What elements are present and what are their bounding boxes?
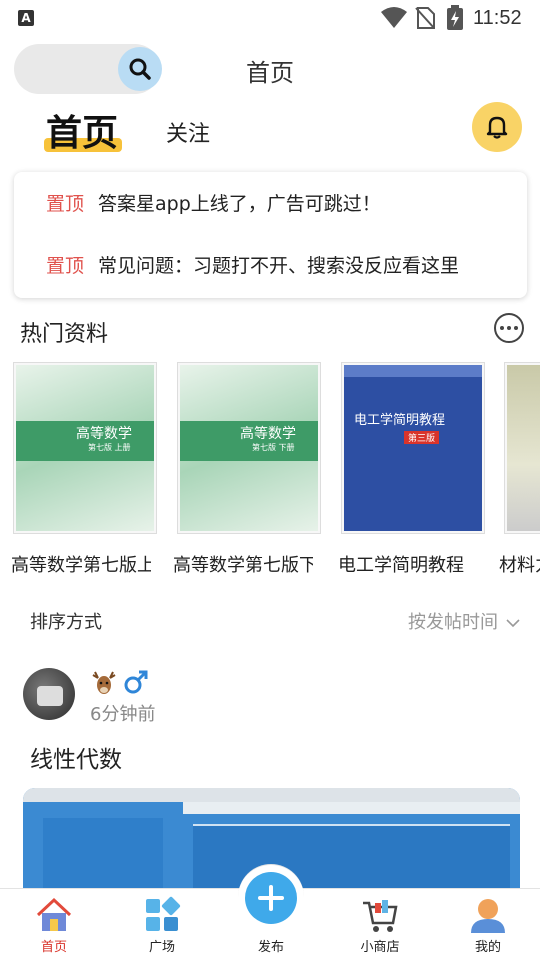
post-time: 6分钟前 — [90, 704, 156, 725]
grid-icon — [146, 896, 181, 931]
book-title[interactable]: 高等数学第七版下册 — [173, 551, 313, 577]
book-title[interactable]: 电工学简明教程 — [338, 551, 476, 577]
notice-item[interactable]: 置顶 常见问题：习题打不开、搜索没反应看这里 — [46, 251, 516, 281]
wifi-icon — [381, 7, 407, 28]
post-title[interactable]: 线性代数 — [30, 740, 122, 774]
user-icon — [471, 899, 505, 933]
book-cover — [507, 365, 540, 531]
hot-materials-title: 热门资料 — [20, 322, 109, 347]
cover-subtitle: 第七版 上册 — [88, 443, 131, 452]
avatar[interactable] — [23, 668, 75, 720]
sort-value: 按发帖时间 — [408, 612, 498, 633]
notice-text: 常见问题：习题打不开、搜索没反应看这里 — [98, 255, 460, 277]
tab-home[interactable]: 首页 — [46, 104, 118, 156]
nav-mine-label: 我的 — [474, 940, 501, 955]
nav-square-label: 广场 — [148, 940, 175, 955]
sort-dropdown[interactable]: 按发帖时间 — [408, 608, 520, 634]
chevron-down-icon — [506, 619, 520, 628]
notice-item[interactable]: 置顶 答案星app上线了，广告可跳过！ — [46, 189, 516, 219]
book-cover: 高等数学 第七版 下册 — [180, 365, 318, 531]
battery-charging-icon — [447, 5, 463, 30]
bell-icon — [486, 116, 508, 139]
status-time: 11:52 — [473, 7, 522, 29]
cover-title: 高等数学 — [76, 426, 132, 442]
book-card[interactable] — [504, 362, 540, 534]
nav-square[interactable]: 广场 — [122, 889, 202, 960]
notification-button[interactable] — [472, 102, 522, 152]
pinned-label: 置顶 — [46, 255, 85, 277]
notice-card: 置顶 答案星app上线了，广告可跳过！ 置顶 常见问题：习题打不开、搜索没反应看… — [14, 172, 527, 298]
cover-subtitle: 第七版 下册 — [252, 443, 295, 452]
tab-follow[interactable]: 关注 — [166, 116, 210, 148]
no-sim-icon — [415, 7, 435, 29]
nav-publish-label: 发布 — [257, 940, 284, 955]
deer-badge-icon — [92, 671, 116, 694]
cover-title: 电工学简明教程 — [354, 413, 446, 428]
nav-home-label: 首页 — [40, 940, 67, 955]
cover-subtitle: 第三版 — [404, 431, 440, 444]
book-card[interactable]: 高等数学 第七版 下册 — [177, 362, 321, 534]
status-bar: A 11:52 — [0, 0, 540, 36]
app-notification-icon: A — [18, 10, 34, 26]
book-cover: 高等数学 第七版 上册 — [16, 365, 154, 531]
book-card[interactable]: 电工学简明教程 第三版 — [341, 362, 485, 534]
book-title[interactable]: 高等数学第七版上册 — [11, 551, 151, 577]
publish-button[interactable] — [238, 864, 304, 930]
pinned-label: 置顶 — [46, 193, 85, 215]
notice-text: 答案星app上线了，广告可跳过！ — [98, 193, 381, 215]
nav-shop-label: 小商店 — [360, 940, 400, 955]
nav-mine[interactable]: 我的 — [448, 889, 528, 960]
sort-label: 排序方式 — [30, 612, 102, 633]
book-title[interactable]: 材料力学 — [499, 551, 540, 577]
home-icon — [36, 897, 72, 931]
nav-home[interactable]: 首页 — [14, 889, 94, 960]
cover-title: 高等数学 — [240, 426, 296, 442]
more-button[interactable] — [494, 313, 524, 343]
male-icon — [124, 670, 148, 694]
page-title: 首页 — [246, 59, 294, 87]
plus-icon — [245, 871, 297, 924]
book-cover: 电工学简明教程 第三版 — [344, 365, 482, 531]
shopping-cart-icon — [363, 900, 398, 932]
book-card[interactable]: 高等数学 第七版 上册 — [13, 362, 157, 534]
nav-shop[interactable]: 小商店 — [340, 889, 420, 960]
